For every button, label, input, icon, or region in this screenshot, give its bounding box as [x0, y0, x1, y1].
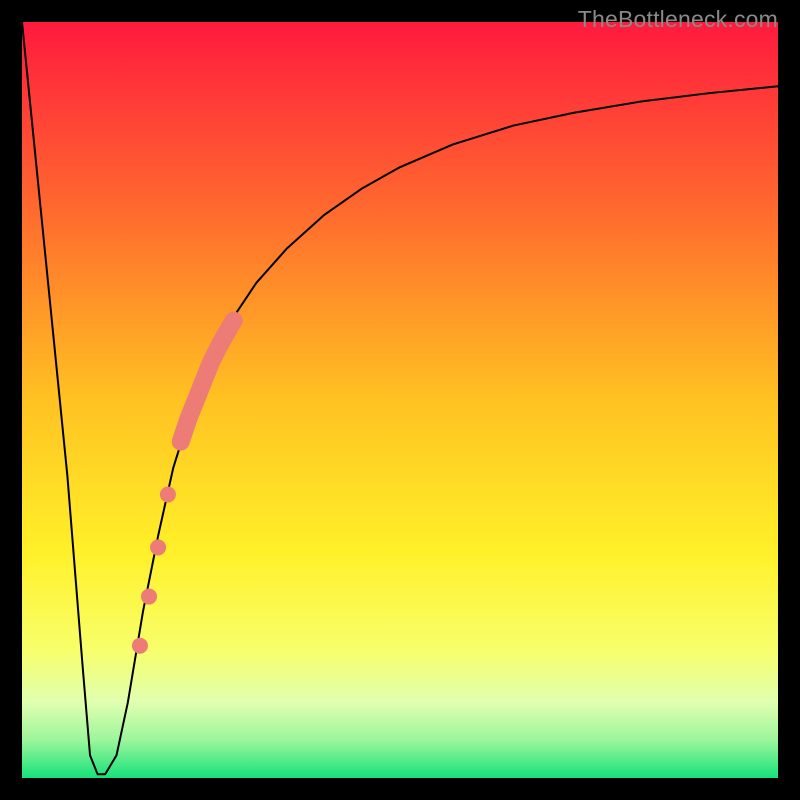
watermark-text: TheBottleneck.com: [578, 6, 778, 33]
chart-container: TheBottleneck.com: [0, 0, 800, 800]
highlight-dot-3: [132, 638, 148, 654]
plot-background: [22, 22, 778, 778]
highlight-dot-2: [141, 589, 157, 605]
bottleneck-chart: [0, 0, 800, 800]
highlight-dot-0: [160, 487, 176, 503]
highlight-dot-1: [150, 539, 166, 555]
